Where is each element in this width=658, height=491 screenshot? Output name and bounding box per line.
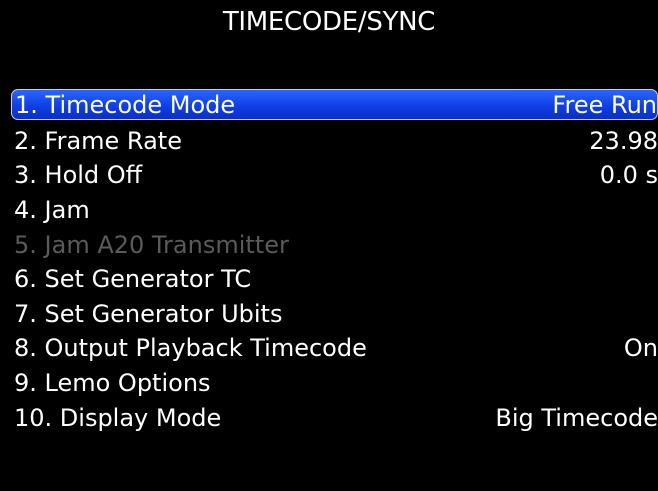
menu-item-label: 8. Output Playback Timecode (14, 334, 367, 363)
menu-item-label: 10. Display Mode (14, 403, 222, 432)
menu-item-label: 4. Jam (14, 196, 90, 225)
menu-item-set-generator-ubits[interactable]: 7. Set Generator Ubits (0, 297, 658, 332)
menu-item-timecode-mode[interactable]: 1. Timecode Mode Free Run (11, 89, 658, 120)
menu-item-label: 9. Lemo Options (14, 369, 211, 398)
menu-item-set-generator-tc[interactable]: 6. Set Generator TC (0, 262, 658, 297)
menu-item-lemo-options[interactable]: 9. Lemo Options (0, 366, 658, 401)
menu-item-label: 5. Jam A20 Transmitter (14, 230, 289, 259)
menu-item-frame-rate[interactable]: 2. Frame Rate 23.98 (0, 124, 658, 159)
timecode-sync-menu: 1. Timecode Mode Free Run 2. Frame Rate … (0, 89, 658, 435)
menu-item-jam-a20-transmitter: 5. Jam A20 Transmitter (0, 227, 658, 262)
page-title: TIMECODE/SYNC (222, 7, 436, 37)
menu-item-value: Free Run (552, 90, 657, 119)
menu-item-value: Big Timecode (495, 403, 658, 432)
menu-item-value: 23.98 (589, 126, 658, 155)
menu-item-label: 6. Set Generator TC (14, 265, 252, 294)
menu-item-jam[interactable]: 4. Jam (0, 193, 658, 228)
menu-item-hold-off[interactable]: 3. Hold Off 0.0 s (0, 158, 658, 193)
menu-item-value: On (623, 334, 658, 363)
menu-item-output-playback-timecode[interactable]: 8. Output Playback Timecode On (0, 331, 658, 366)
menu-item-label: 2. Frame Rate (14, 126, 182, 155)
menu-item-label: 1. Timecode Mode (15, 90, 236, 119)
menu-item-label: 7. Set Generator Ubits (14, 299, 283, 328)
menu-item-display-mode[interactable]: 10. Display Mode Big Timecode (0, 400, 658, 435)
menu-item-label: 3. Hold Off (14, 161, 143, 190)
menu-item-value: 0.0 s (599, 161, 658, 190)
